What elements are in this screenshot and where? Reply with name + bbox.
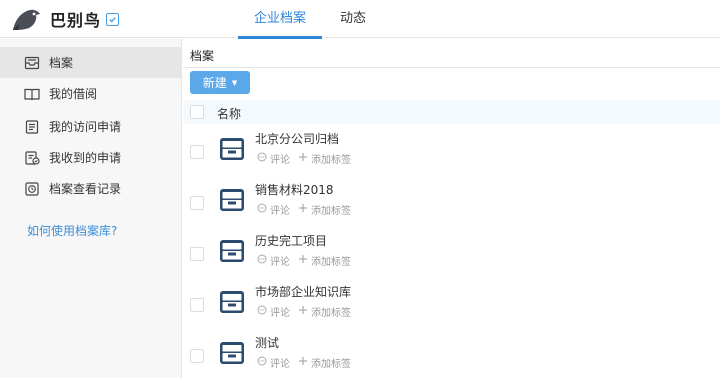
comment-button[interactable]: 评论: [257, 151, 290, 166]
logo[interactable]: 巴别鸟: [10, 6, 120, 32]
row-actions: 评论 添加标签: [257, 202, 359, 217]
add-tag-button[interactable]: 添加标签: [298, 355, 351, 370]
caret-down-icon: ▼: [231, 78, 238, 87]
verified-shield-icon: [106, 12, 120, 26]
top-header: 巴别鸟 企业档案 动态: [0, 0, 720, 39]
clock-history-icon: [24, 181, 40, 196]
sidebar-item-my-borrowing[interactable]: 我的借阅: [0, 78, 97, 109]
breadcrumb: 档案: [190, 49, 215, 63]
sidebar: 档案 我的借阅 我的访问申请 我收到的申请 档案查看记录 如何使用档案库?: [0, 39, 182, 378]
new-button[interactable]: 新建 ▼: [190, 71, 250, 94]
archive-cabinet-icon: [219, 136, 245, 162]
sidebar-item-label: 档案: [49, 56, 74, 70]
document-check-icon: [24, 150, 40, 165]
add-tag-label: 添加标签: [311, 206, 351, 217]
sidebar-item-label: 档案查看记录: [49, 182, 122, 196]
row-actions: 评论 添加标签: [257, 253, 359, 268]
archive-box-icon: [24, 56, 40, 70]
help-link[interactable]: 如何使用档案库?: [27, 222, 117, 239]
sidebar-item-label: 我收到的申请: [49, 151, 122, 165]
archive-title[interactable]: 市场部企业知识库: [255, 283, 351, 300]
sidebar-item-label: 我的借阅: [49, 87, 98, 101]
row-checkbox[interactable]: [190, 247, 204, 261]
sidebar-item-label: 我的访问申请: [49, 120, 122, 134]
archive-title[interactable]: 北京分公司归档: [255, 130, 339, 147]
open-book-icon: [24, 87, 40, 101]
comment-label: 评论: [270, 257, 290, 268]
row-checkbox[interactable]: [190, 298, 204, 312]
add-tag-label: 添加标签: [311, 257, 351, 268]
list-header: 名称: [183, 100, 720, 124]
row-checkbox[interactable]: [190, 349, 204, 363]
list-item[interactable]: 北京分公司归档评论 添加标签: [183, 129, 720, 180]
add-tag-button[interactable]: 添加标签: [298, 202, 351, 217]
sidebar-item-received-requests[interactable]: 我收到的申请: [0, 142, 121, 173]
comment-button[interactable]: 评论: [257, 202, 290, 217]
add-tag-label: 添加标签: [311, 359, 351, 370]
new-button-label: 新建: [202, 76, 227, 90]
archive-title[interactable]: 销售材料2018: [255, 181, 334, 198]
row-actions: 评论 添加标签: [257, 304, 359, 319]
plus-icon: [298, 203, 311, 216]
app-name: 巴别鸟: [50, 11, 102, 30]
archive-cabinet-icon: [219, 238, 245, 264]
sidebar-item-view-records[interactable]: 档案查看记录: [0, 173, 121, 204]
main-content: 档案 新建 ▼ 名称 北京分公司归档 评论 添加标签 销售材料2018 评论 添加标签 历史…: [183, 39, 720, 378]
add-tag-button[interactable]: 添加标签: [298, 304, 351, 319]
list-item[interactable]: 市场部企业知识库评论 添加标签: [183, 282, 720, 333]
document-list-icon: [24, 119, 40, 134]
archive-cabinet-icon: [219, 187, 245, 213]
add-tag-label: 添加标签: [311, 155, 351, 166]
list-item[interactable]: 销售材料2018 评论 添加标签: [183, 180, 720, 231]
comment-label: 评论: [270, 155, 290, 166]
plus-icon: [298, 305, 311, 318]
tab-activity[interactable]: 动态: [332, 0, 374, 38]
row-actions: 评论 添加标签: [257, 151, 359, 166]
row-checkbox[interactable]: [190, 196, 204, 210]
comment-button[interactable]: 评论: [257, 355, 290, 370]
add-tag-label: 添加标签: [311, 308, 351, 319]
list-item[interactable]: 测试评论 添加标签: [183, 333, 720, 378]
comment-icon: [257, 356, 270, 369]
tab-enterprise-archive[interactable]: 企业档案: [238, 0, 322, 39]
select-all-checkbox[interactable]: [190, 105, 204, 119]
row-actions: 评论 添加标签: [257, 355, 359, 370]
list-item[interactable]: 历史完工项目评论 添加标签: [183, 231, 720, 282]
comment-icon: [257, 254, 270, 267]
sidebar-item-archive[interactable]: 档案: [0, 47, 181, 78]
add-tag-button[interactable]: 添加标签: [298, 151, 351, 166]
comment-icon: [257, 305, 270, 318]
comment-label: 评论: [270, 206, 290, 217]
divider: [183, 67, 720, 68]
archive-title[interactable]: 测试: [255, 334, 279, 351]
plus-icon: [298, 152, 311, 165]
archive-cabinet-icon: [219, 289, 245, 315]
plus-icon: [298, 254, 311, 267]
add-tag-button[interactable]: 添加标签: [298, 253, 351, 268]
bird-logo-icon: [13, 9, 40, 30]
comment-icon: [257, 152, 270, 165]
column-header-name: 名称: [217, 107, 242, 121]
archive-title[interactable]: 历史完工项目: [255, 232, 327, 249]
archive-cabinet-icon: [219, 340, 245, 366]
comment-label: 评论: [270, 308, 290, 319]
comment-label: 评论: [270, 359, 290, 370]
row-checkbox[interactable]: [190, 145, 204, 159]
plus-icon: [298, 356, 311, 369]
comment-icon: [257, 203, 270, 216]
sidebar-item-my-access-requests[interactable]: 我的访问申请: [0, 111, 121, 142]
comment-button[interactable]: 评论: [257, 304, 290, 319]
comment-button[interactable]: 评论: [257, 253, 290, 268]
